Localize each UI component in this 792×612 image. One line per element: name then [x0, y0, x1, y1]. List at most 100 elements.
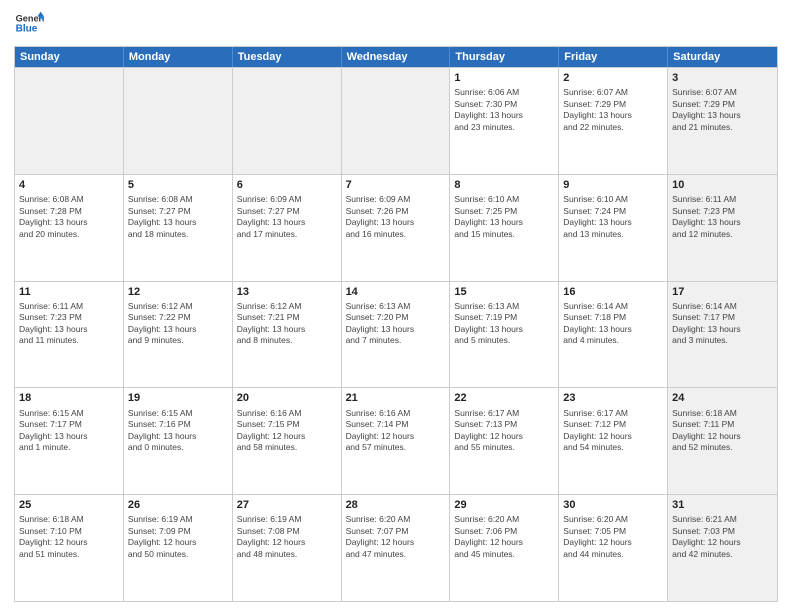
day-number: 25: [19, 498, 119, 512]
day-info: Sunrise: 6:11 AM Sunset: 7:23 PM Dayligh…: [19, 301, 119, 347]
day-cell-25: 25 Sunrise: 6:18 AM Sunset: 7:10 PM Dayli…: [15, 495, 124, 601]
empty-cell: [233, 68, 342, 174]
day-number: 9: [563, 178, 663, 192]
day-number: 4: [19, 178, 119, 192]
day-info: Sunrise: 6:17 AM Sunset: 7:12 PM Dayligh…: [563, 408, 663, 454]
day-info: Sunrise: 6:09 AM Sunset: 7:26 PM Dayligh…: [346, 194, 446, 240]
day-cell-22: 22Sunrise: 6:17 AM Sunset: 7:13 PM Dayli…: [450, 388, 559, 494]
calendar-row-1: 1 Sunrise: 6:06 AM Sunset: 7:30 PM Daylig…: [15, 67, 777, 174]
day-cell-11: 11 Sunrise: 6:11 AM Sunset: 7:23 PM Dayli…: [15, 282, 124, 388]
day-number: 14: [346, 285, 446, 299]
day-info: Sunrise: 6:16 AM Sunset: 7:14 PM Dayligh…: [346, 408, 446, 454]
day-cell-19: 19Sunrise: 6:15 AM Sunset: 7:16 PM Dayli…: [124, 388, 233, 494]
day-cell-14: 14 Sunrise: 6:13 AM Sunset: 7:20 PM Dayli…: [342, 282, 451, 388]
day-info: Sunrise: 6:13 AM Sunset: 7:20 PM Dayligh…: [346, 301, 446, 347]
day-info: Sunrise: 6:14 AM Sunset: 7:18 PM Dayligh…: [563, 301, 663, 347]
page: General Blue SundayMondayTuesdayWednesda…: [0, 0, 792, 612]
day-cell-24: 24Sunrise: 6:18 AM Sunset: 7:11 PM Dayli…: [668, 388, 777, 494]
day-number: 6: [237, 178, 337, 192]
day-info: Sunrise: 6:06 AM Sunset: 7:30 PM Dayligh…: [454, 87, 554, 133]
weekday-header-saturday: Saturday: [668, 47, 777, 67]
weekday-header-thursday: Thursday: [450, 47, 559, 67]
day-info: Sunrise: 6:20 AM Sunset: 7:07 PM Dayligh…: [346, 514, 446, 560]
day-info: Sunrise: 6:20 AM Sunset: 7:05 PM Dayligh…: [563, 514, 663, 560]
day-number: 8: [454, 178, 554, 192]
day-cell-4: 4 Sunrise: 6:08 AM Sunset: 7:28 PM Daylig…: [15, 175, 124, 281]
day-number: 20: [237, 391, 337, 405]
day-info: Sunrise: 6:15 AM Sunset: 7:17 PM Dayligh…: [19, 408, 119, 454]
day-number: 11: [19, 285, 119, 299]
day-info: Sunrise: 6:10 AM Sunset: 7:25 PM Dayligh…: [454, 194, 554, 240]
day-info: Sunrise: 6:08 AM Sunset: 7:28 PM Dayligh…: [19, 194, 119, 240]
day-number: 12: [128, 285, 228, 299]
day-cell-16: 16 Sunrise: 6:14 AM Sunset: 7:18 PM Dayli…: [559, 282, 668, 388]
day-number: 15: [454, 285, 554, 299]
day-cell-13: 13Sunrise: 6:12 AM Sunset: 7:21 PM Dayli…: [233, 282, 342, 388]
day-info: Sunrise: 6:20 AM Sunset: 7:06 PM Dayligh…: [454, 514, 554, 560]
day-cell-30: 30 Sunrise: 6:20 AM Sunset: 7:05 PM Dayli…: [559, 495, 668, 601]
weekday-header-sunday: Sunday: [15, 47, 124, 67]
day-number: 30: [563, 498, 663, 512]
day-cell-26: 26Sunrise: 6:19 AM Sunset: 7:09 PM Dayli…: [124, 495, 233, 601]
day-info: Sunrise: 6:16 AM Sunset: 7:15 PM Dayligh…: [237, 408, 337, 454]
day-info: Sunrise: 6:19 AM Sunset: 7:09 PM Dayligh…: [128, 514, 228, 560]
empty-cell: [124, 68, 233, 174]
calendar-row-4: 18 Sunrise: 6:15 AM Sunset: 7:17 PM Dayli…: [15, 387, 777, 494]
calendar-header: SundayMondayTuesdayWednesdayThursdayFrid…: [15, 47, 777, 67]
day-info: Sunrise: 6:21 AM Sunset: 7:03 PM Dayligh…: [672, 514, 773, 560]
header: General Blue: [14, 10, 778, 40]
day-number: 18: [19, 391, 119, 405]
day-cell-21: 21 Sunrise: 6:16 AM Sunset: 7:14 PM Dayli…: [342, 388, 451, 494]
day-cell-28: 28 Sunrise: 6:20 AM Sunset: 7:07 PM Dayli…: [342, 495, 451, 601]
day-info: Sunrise: 6:15 AM Sunset: 7:16 PM Dayligh…: [128, 408, 228, 454]
day-cell-23: 23 Sunrise: 6:17 AM Sunset: 7:12 PM Dayli…: [559, 388, 668, 494]
empty-cell: [15, 68, 124, 174]
day-cell-20: 20 Sunrise: 6:16 AM Sunset: 7:15 PM Dayli…: [233, 388, 342, 494]
day-cell-12: 12 Sunrise: 6:12 AM Sunset: 7:22 PM Dayli…: [124, 282, 233, 388]
day-cell-10: 10Sunrise: 6:11 AM Sunset: 7:23 PM Dayli…: [668, 175, 777, 281]
calendar-row-5: 25 Sunrise: 6:18 AM Sunset: 7:10 PM Dayli…: [15, 494, 777, 601]
day-cell-31: 31 Sunrise: 6:21 AM Sunset: 7:03 PM Dayli…: [668, 495, 777, 601]
weekday-header-tuesday: Tuesday: [233, 47, 342, 67]
day-info: Sunrise: 6:08 AM Sunset: 7:27 PM Dayligh…: [128, 194, 228, 240]
day-cell-15: 15 Sunrise: 6:13 AM Sunset: 7:19 PM Dayli…: [450, 282, 559, 388]
day-cell-8: 8 Sunrise: 6:10 AM Sunset: 7:25 PM Daylig…: [450, 175, 559, 281]
day-cell-2: 2 Sunrise: 6:07 AM Sunset: 7:29 PM Daylig…: [559, 68, 668, 174]
day-cell-5: 5 Sunrise: 6:08 AM Sunset: 7:27 PM Daylig…: [124, 175, 233, 281]
day-cell-27: 27 Sunrise: 6:19 AM Sunset: 7:08 PM Dayli…: [233, 495, 342, 601]
day-number: 16: [563, 285, 663, 299]
day-number: 13: [237, 285, 337, 299]
day-number: 3: [672, 71, 773, 85]
day-cell-18: 18 Sunrise: 6:15 AM Sunset: 7:17 PM Dayli…: [15, 388, 124, 494]
day-number: 31: [672, 498, 773, 512]
day-number: 23: [563, 391, 663, 405]
calendar-body: 1 Sunrise: 6:06 AM Sunset: 7:30 PM Daylig…: [15, 67, 777, 601]
day-cell-3: 3 Sunrise: 6:07 AM Sunset: 7:29 PM Daylig…: [668, 68, 777, 174]
day-info: Sunrise: 6:17 AM Sunset: 7:13 PM Dayligh…: [454, 408, 554, 454]
day-info: Sunrise: 6:19 AM Sunset: 7:08 PM Dayligh…: [237, 514, 337, 560]
day-number: 2: [563, 71, 663, 85]
day-info: Sunrise: 6:11 AM Sunset: 7:23 PM Dayligh…: [672, 194, 773, 240]
day-info: Sunrise: 6:13 AM Sunset: 7:19 PM Dayligh…: [454, 301, 554, 347]
calendar-row-2: 4 Sunrise: 6:08 AM Sunset: 7:28 PM Daylig…: [15, 174, 777, 281]
calendar: SundayMondayTuesdayWednesdayThursdayFrid…: [14, 46, 778, 602]
day-number: 1: [454, 71, 554, 85]
day-number: 27: [237, 498, 337, 512]
day-info: Sunrise: 6:18 AM Sunset: 7:10 PM Dayligh…: [19, 514, 119, 560]
day-number: 5: [128, 178, 228, 192]
logo: General Blue: [14, 10, 44, 40]
empty-cell: [342, 68, 451, 174]
day-cell-29: 29Sunrise: 6:20 AM Sunset: 7:06 PM Dayli…: [450, 495, 559, 601]
day-info: Sunrise: 6:14 AM Sunset: 7:17 PM Dayligh…: [672, 301, 773, 347]
day-cell-6: 6Sunrise: 6:09 AM Sunset: 7:27 PM Daylig…: [233, 175, 342, 281]
day-info: Sunrise: 6:07 AM Sunset: 7:29 PM Dayligh…: [672, 87, 773, 133]
day-info: Sunrise: 6:07 AM Sunset: 7:29 PM Dayligh…: [563, 87, 663, 133]
day-number: 28: [346, 498, 446, 512]
day-number: 21: [346, 391, 446, 405]
day-info: Sunrise: 6:18 AM Sunset: 7:11 PM Dayligh…: [672, 408, 773, 454]
day-info: Sunrise: 6:10 AM Sunset: 7:24 PM Dayligh…: [563, 194, 663, 240]
day-cell-17: 17Sunrise: 6:14 AM Sunset: 7:17 PM Dayli…: [668, 282, 777, 388]
day-info: Sunrise: 6:12 AM Sunset: 7:22 PM Dayligh…: [128, 301, 228, 347]
day-cell-1: 1 Sunrise: 6:06 AM Sunset: 7:30 PM Daylig…: [450, 68, 559, 174]
day-cell-7: 7Sunrise: 6:09 AM Sunset: 7:26 PM Daylig…: [342, 175, 451, 281]
